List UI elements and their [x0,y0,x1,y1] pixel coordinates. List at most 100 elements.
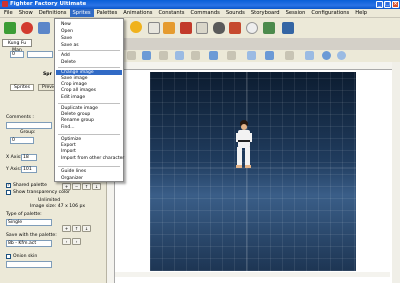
close-button[interactable]: × [392,1,399,8]
image-icon[interactable] [148,22,160,34]
menu-animations[interactable]: Animations [120,9,155,17]
palette-add-button[interactable]: + [62,225,71,232]
onion-skin-label: Onion skin [13,254,38,259]
tool-h-icon[interactable] [247,51,256,60]
menu-constants[interactable]: Constants [155,9,187,17]
palette-prev-button[interactable]: ‹ [62,238,71,245]
tool-a-icon[interactable] [127,51,136,60]
tool-k-icon[interactable] [305,51,314,60]
x-axis-label: X Axis: [6,155,22,160]
x-axis-field[interactable]: 18 [21,154,37,161]
palette-type-label: Type of palette: [6,212,42,217]
palette-type-select[interactable]: Single [6,219,52,226]
zoom-in-icon[interactable] [322,51,331,60]
menu-item-guide-lines[interactable]: Guide lines [56,169,122,174]
menu-item-crop-image[interactable]: Crop image [56,82,122,87]
menu-separator [58,103,120,104]
session-icon[interactable] [263,22,275,34]
tool-i-icon[interactable] [265,51,274,60]
menu-item-import[interactable]: Import [56,149,122,154]
menu-storyboard[interactable]: Storyboard [248,9,283,17]
menu-item-save[interactable]: Save [56,36,122,41]
menu-item-delete-group[interactable]: Delete group [56,112,122,117]
image-mode: Unlimited [38,198,61,203]
menu-item-find[interactable]: Find... [56,125,122,130]
palette-down-button[interactable]: ↓ [82,225,91,232]
menu-item-save-as[interactable]: Save as [56,43,122,48]
menu-commands[interactable]: Commands [187,9,222,17]
move-up-button[interactable]: ↑ [82,183,91,190]
maximize-button[interactable]: □ [384,1,391,8]
zoom-out-icon[interactable] [337,51,346,60]
menu-item-edit-image[interactable]: Edit image [56,95,122,100]
menu-item-optimize[interactable]: Optimize [56,137,122,142]
menu-item-open[interactable]: Open [56,29,122,34]
tool-e-icon[interactable] [191,51,200,60]
menu-item-delete[interactable]: Delete [56,60,122,65]
save-palette-select[interactable]: 8b - Kfm.act [6,240,52,247]
section-title: Spr [43,72,52,77]
vertical-scrollbar[interactable] [392,62,400,283]
menu-palettes[interactable]: Palettes [94,9,121,17]
menu-item-new[interactable]: New [56,22,122,27]
image-toolbar [107,50,400,62]
onion-skin-checkbox[interactable] [6,254,11,259]
comments-field[interactable] [6,122,52,129]
window-title: Fighter Factory Ultimate [10,1,87,7]
remove-sprite-button[interactable]: − [72,183,81,190]
menu-show[interactable]: Show [16,9,36,17]
menu-item-crop-all-images[interactable]: Crop all images [56,88,122,93]
menu-item-import-from-other-character[interactable]: Import from other character [56,156,124,161]
menu-item-export[interactable]: Export [56,143,122,148]
y-axis-field[interactable]: 101 [21,166,37,173]
tab-sprites[interactable]: Sprites [10,84,35,91]
tool-b-icon[interactable] [142,51,151,60]
config-icon[interactable] [282,22,294,34]
new-icon[interactable] [4,22,16,34]
palette-up-button[interactable]: ↑ [72,225,81,232]
title-bar: Fighter Factory Ultimate _ □ × [0,0,400,9]
minimize-button[interactable]: _ [376,1,383,8]
menu-item-save-image[interactable]: Save image [56,76,122,81]
menu-sprites[interactable]: Sprites [69,9,94,17]
joystick-icon[interactable] [213,22,225,34]
sprite-canvas[interactable] [150,72,356,271]
move-down-button[interactable]: ↓ [92,183,101,190]
menu-file[interactable]: File [1,9,16,17]
film-icon[interactable] [180,22,192,34]
menu-item-add[interactable]: Add [56,53,122,58]
menu-help[interactable]: Help [352,9,370,17]
stop-icon[interactable] [21,22,33,34]
tool-icon[interactable] [130,21,142,33]
menu-configurations[interactable]: Configurations [308,9,352,17]
character-tab[interactable]: Kung Fu Man [2,39,32,53]
palette-next-button[interactable]: › [72,238,81,245]
menu-session[interactable]: Session [283,9,309,17]
tool-g-icon[interactable] [227,51,236,60]
menu-separator [58,166,120,167]
sprite-list[interactable] [27,51,53,58]
menu-item-organizer[interactable]: Organizer [56,176,122,181]
menu-sounds[interactable]: Sounds [223,9,248,17]
menu-item-rename-group[interactable]: Rename group [56,118,122,123]
add-sprite-button[interactable]: + [62,183,71,190]
menu-definitions[interactable]: Definitions [36,9,70,17]
show-transparency-checkbox[interactable] [6,190,11,195]
comments-label: Comments : [6,115,34,120]
tool-f-icon[interactable] [209,51,218,60]
tool-c-icon[interactable] [159,51,168,60]
sound-icon[interactable] [229,22,241,34]
open-icon[interactable] [38,22,50,34]
storyboard-icon[interactable] [246,22,258,34]
palette-icon[interactable] [163,22,175,34]
onion-skin-select[interactable] [6,261,52,268]
shared-palette-checkbox[interactable]: ✓ [6,183,11,188]
table-icon[interactable] [196,22,208,34]
tool-j-icon[interactable] [285,51,294,60]
group-label: Group: [20,130,36,135]
group-field[interactable]: 0 [10,137,34,144]
tool-d-icon[interactable] [175,51,184,60]
spin-input[interactable]: 0 [10,51,24,58]
menu-item-change-image[interactable]: Change image [56,70,122,75]
menu-item-duplicate-image[interactable]: Duplicate image [56,106,122,111]
